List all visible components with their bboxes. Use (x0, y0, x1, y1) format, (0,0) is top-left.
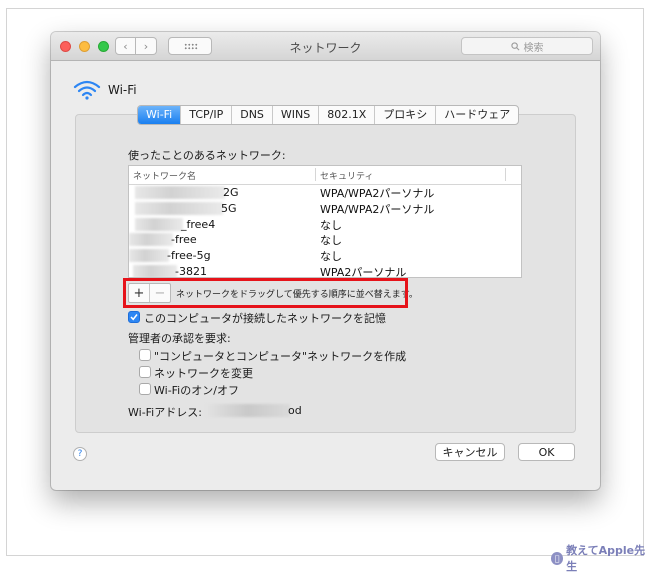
watermark:  教えてApple先生 (551, 542, 650, 574)
network-name-cell: -free-5g (129, 249, 315, 263)
title-bar: ‹ › ネットワーク 検索 (51, 32, 600, 61)
preferred-networks-table[interactable]: ネットワーク名 セキュリティ 2G WPA/WPA2パーソナル 5G WPA/W… (128, 165, 522, 278)
interface-name: Wi-Fi (108, 83, 137, 97)
search-placeholder: 検索 (523, 42, 544, 54)
network-name-cell: 2G (129, 186, 315, 200)
interface-header: Wi-Fi (73, 79, 137, 101)
help-button[interactable]: ? (73, 447, 87, 461)
network-name-cell: 5G (129, 201, 315, 216)
tab-dns[interactable]: DNS (231, 106, 272, 124)
column-divider (505, 168, 506, 181)
tab-proxies[interactable]: プロキシ (374, 106, 435, 124)
column-divider (315, 168, 316, 181)
admin-create-computer-network-label[interactable]: "コンピュータとコンピュータ"ネットワークを作成 (154, 348, 406, 364)
network-name: -free (171, 233, 197, 247)
remember-networks-label[interactable]: このコンピュータが接続したネットワークを記憶 (144, 310, 386, 326)
watermark-text: 教えてApple先生 (566, 544, 646, 573)
admin-wifi-toggle-checkbox[interactable] (139, 383, 151, 395)
redacted-text (135, 217, 183, 231)
search-field[interactable]: 検索 (461, 37, 593, 55)
admin-create-computer-network-checkbox[interactable] (139, 349, 151, 361)
admin-change-networks-label[interactable]: ネットワークを変更 (154, 365, 253, 381)
network-security: なし (320, 250, 342, 264)
wifi-icon (73, 80, 101, 100)
network-name: -3821 (175, 264, 207, 278)
admin-heading: 管理者の承認を要求: (128, 332, 231, 345)
admin-change-networks-checkbox[interactable] (139, 366, 151, 378)
table-row[interactable]: -free なし (129, 232, 521, 248)
table-header: ネットワーク名 セキュリティ (129, 166, 521, 185)
tab-wins[interactable]: WINS (271, 106, 318, 124)
redacted-text (129, 233, 173, 247)
admin-wifi-toggle-label[interactable]: Wi-Fiのオン/オフ (154, 382, 239, 398)
redacted-text (135, 201, 223, 215)
network-security: WPA/WPA2パーソナル (320, 187, 435, 200)
tab-8021x[interactable]: 802.1X (318, 106, 374, 124)
table-row[interactable]: 2G WPA/WPA2パーソナル (129, 185, 521, 201)
network-name-cell: -free (129, 233, 315, 247)
wifi-address-value: od (288, 404, 302, 417)
checkmark-icon (130, 314, 138, 321)
network-preferences-window: ‹ › ネットワーク 検索 Wi-Fi Wi-Fi TCP/IP DNS WIN… (51, 32, 600, 490)
network-name: -free-5g (167, 249, 211, 263)
tab-wifi[interactable]: Wi-Fi (138, 106, 181, 124)
network-name: 5G (221, 201, 237, 215)
highlight-annotation (123, 278, 408, 308)
network-name: 2G (223, 186, 239, 199)
tab-bar: Wi-Fi TCP/IP DNS WINS 802.1X プロキシ ハードウェア (137, 105, 520, 125)
networks-heading: 使ったことのあるネットワーク: (128, 149, 286, 162)
network-name-cell: -3821 (129, 264, 315, 278)
column-header-security[interactable]: セキュリティ (320, 169, 373, 182)
ok-button[interactable]: OK (518, 443, 575, 461)
wifi-address-label: Wi-Fiアドレス: (128, 406, 202, 419)
remember-networks-checkbox[interactable] (128, 311, 140, 323)
network-security: WPA/WPA2パーソナル (320, 202, 435, 216)
table-row[interactable]: -3821 WPA2パーソナル (129, 264, 521, 278)
network-security: WPA2パーソナル (320, 265, 407, 278)
table-row[interactable]: -free-5g なし (129, 248, 521, 264)
network-security: なし (320, 234, 342, 248)
column-header-name[interactable]: ネットワーク名 (133, 169, 196, 182)
table-body: 2G WPA/WPA2パーソナル 5G WPA/WPA2パーソナル _free4… (129, 185, 521, 278)
table-row[interactable]: 5G WPA/WPA2パーソナル (129, 201, 521, 217)
table-row[interactable]: _free4 なし (129, 217, 521, 233)
search-icon (510, 41, 519, 50)
network-name-cell: _free4 (129, 217, 315, 232)
redacted-text (206, 404, 290, 417)
tab-hardware[interactable]: ハードウェア (435, 106, 518, 124)
network-security: なし (320, 218, 342, 232)
redacted-text (129, 249, 169, 263)
cancel-button[interactable]: キャンセル (435, 443, 505, 461)
redacted-text (135, 186, 225, 199)
network-name: _free4 (181, 217, 216, 231)
redacted-text (133, 264, 177, 277)
tab-tcpip[interactable]: TCP/IP (180, 106, 231, 124)
